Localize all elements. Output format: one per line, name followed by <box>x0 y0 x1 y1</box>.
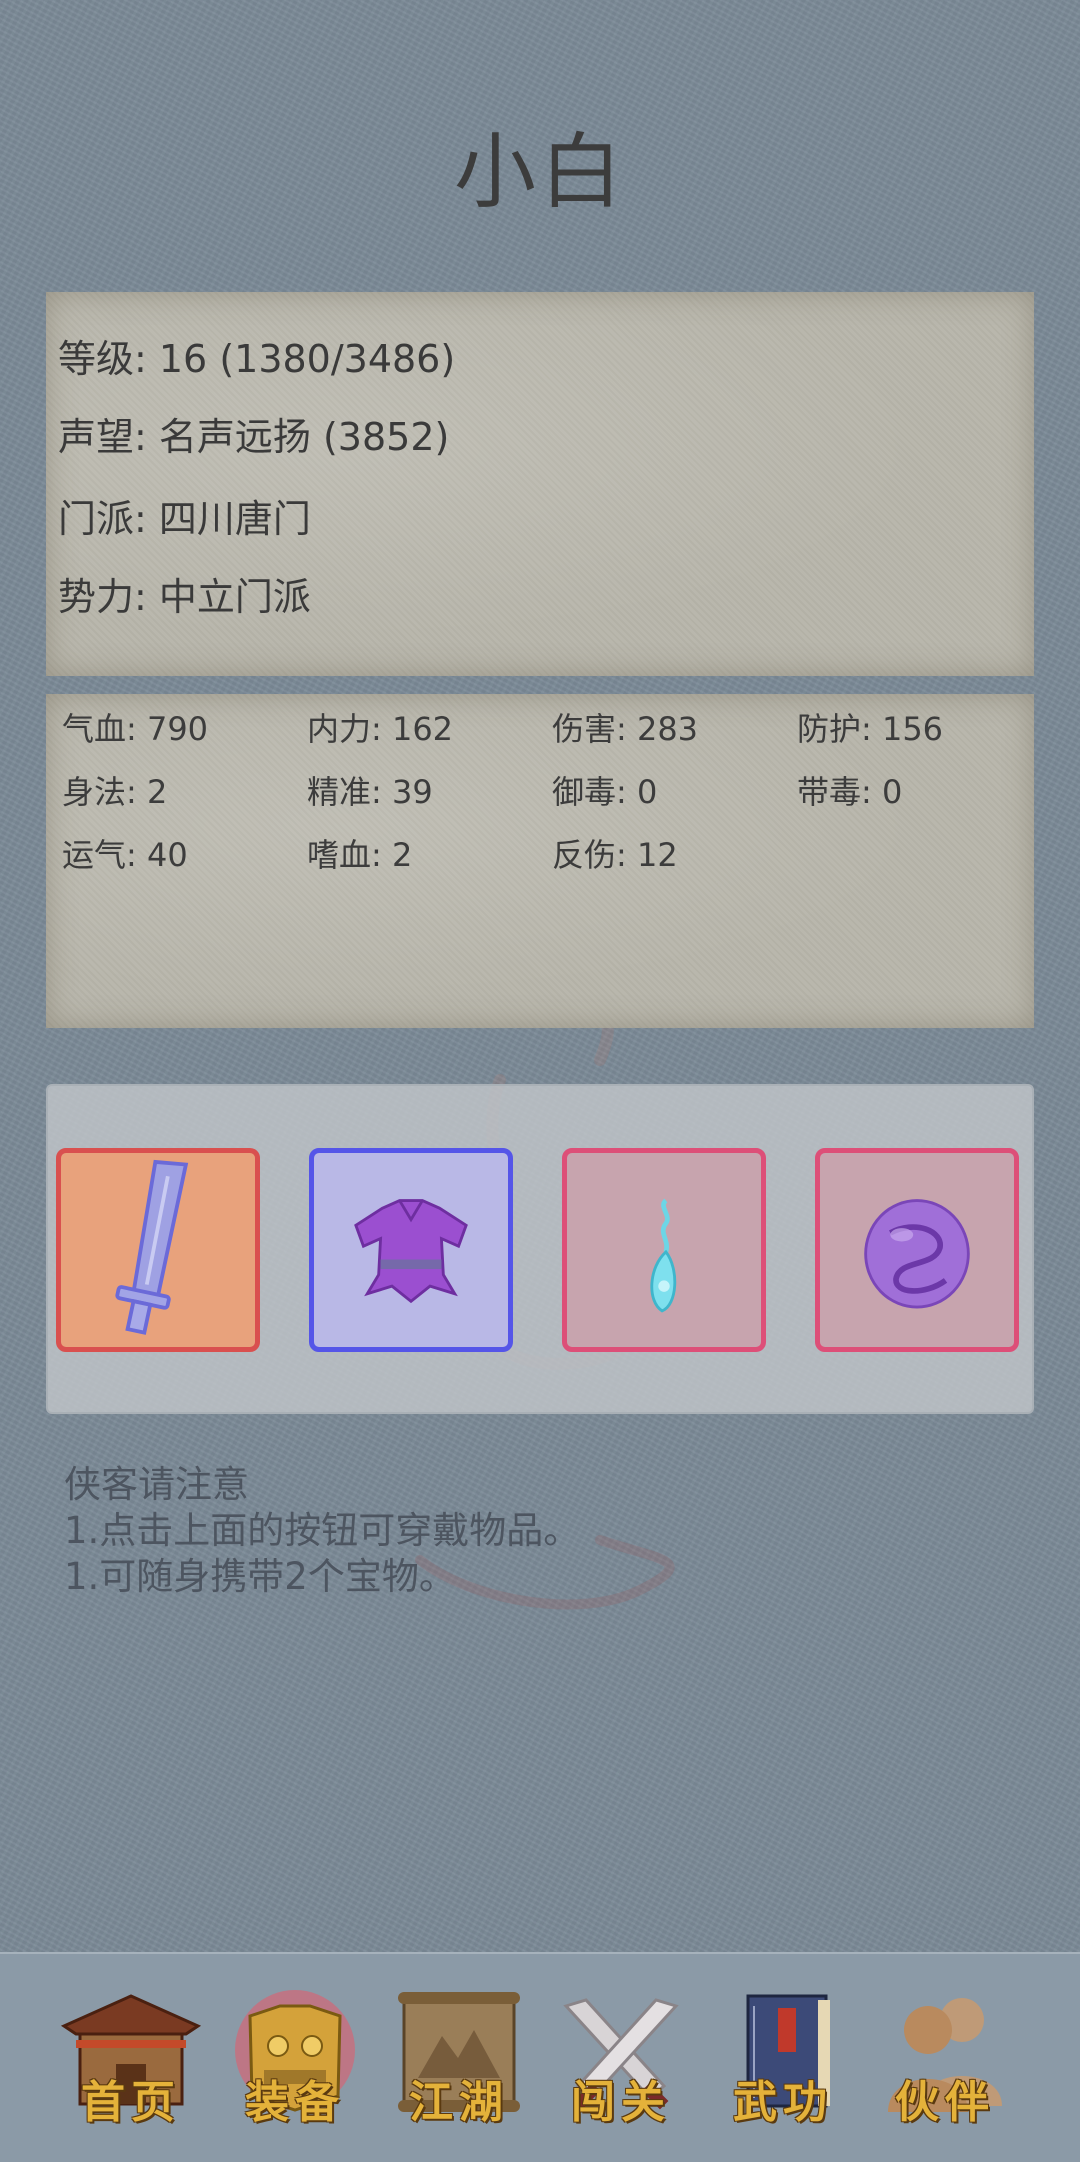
sword-icon <box>115 1159 189 1335</box>
reputation-text: 声望: 名声远扬 (3852) <box>58 415 450 459</box>
nav-challenge-label: 闯关 <box>571 2077 671 2128</box>
stat-luck: 运气: 40 <box>62 836 188 874</box>
stat-hp: 气血: 790 <box>62 710 209 748</box>
nav-jianghu-label: 江湖 <box>409 2077 509 2128</box>
pendant-icon <box>650 1198 677 1313</box>
equipment-panel <box>46 1084 1034 1414</box>
nav-martial-arts[interactable]: 武功 <box>708 1986 858 2136</box>
orb-icon <box>864 1199 970 1309</box>
notice-line-1: 1.点击上面的按钮可穿戴物品。 <box>64 1509 581 1552</box>
nav-equipment[interactable]: 装备 <box>220 1986 370 2136</box>
character-name: 小白 <box>453 125 626 220</box>
stat-agility: 身法: 2 <box>62 773 168 811</box>
weapon-slot[interactable] <box>56 1148 260 1352</box>
bottom-nav: 首页 装备 江湖 闯关 武功 伙伴 <box>0 1952 1080 2162</box>
stat-lifesteal: 嗜血: 2 <box>307 836 413 874</box>
stat-poison-resist: 御毒: 0 <box>552 773 658 811</box>
nav-equipment-label: 装备 <box>245 2077 345 2128</box>
stat-defense: 防护: 156 <box>797 710 944 748</box>
nav-home[interactable]: 首页 <box>56 1986 206 2136</box>
nav-companions[interactable]: 伙伴 <box>870 1986 1020 2136</box>
notice-title: 侠客请注意 <box>64 1463 249 1506</box>
treasure-slot-1[interactable] <box>562 1148 766 1352</box>
stat-damage: 伤害: 283 <box>552 710 699 748</box>
nav-home-label: 首页 <box>81 2077 181 2128</box>
info-panel: 等级: 16 (1380/3486) 声望: 名声远扬 (3852) 门派: 四… <box>46 292 1034 676</box>
stat-poison: 带毒: 0 <box>797 773 903 811</box>
level-text: 等级: 16 (1380/3486) <box>58 337 456 381</box>
treasure-slot-2[interactable] <box>815 1148 1019 1352</box>
notice-text: 侠客请注意 1.点击上面的按钮可穿戴物品。 1.可随身携带2个宝物。 <box>64 1462 580 1600</box>
stat-reflect: 反伤: 12 <box>552 836 678 874</box>
nav-martial-arts-label: 武功 <box>733 2077 833 2128</box>
nav-jianghu[interactable]: 江湖 <box>384 1986 534 2136</box>
faction-text: 势力: 中立门派 <box>58 575 311 619</box>
armor-slot[interactable] <box>309 1148 513 1352</box>
sect-text: 门派: 四川唐门 <box>58 497 311 541</box>
nav-companions-label: 伙伴 <box>895 2077 995 2128</box>
robe-icon <box>354 1199 468 1304</box>
nav-challenge[interactable]: 闯关 <box>546 1986 696 2136</box>
stat-mp: 内力: 162 <box>307 710 454 748</box>
stat-accuracy: 精准: 39 <box>307 773 433 811</box>
notice-line-2: 1.可随身携带2个宝物。 <box>64 1555 456 1598</box>
stats-panel: 气血: 790 内力: 162 伤害: 283 防护: 156 身法: 2 精准… <box>46 694 1034 1028</box>
